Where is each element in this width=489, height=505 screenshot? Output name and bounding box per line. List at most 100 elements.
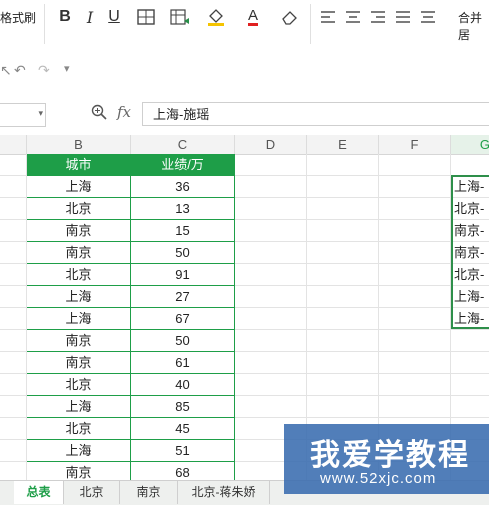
font-color-button[interactable]: A — [240, 4, 266, 30]
cell-a[interactable] — [0, 374, 27, 396]
justify-icon[interactable] — [393, 4, 413, 30]
formula-input[interactable]: 上海-施瑶 — [142, 102, 489, 126]
column-header-d[interactable]: D — [235, 135, 307, 154]
city-cell[interactable]: 上海 — [27, 440, 131, 462]
sales-cell[interactable]: 91 — [131, 264, 235, 286]
city-cell[interactable]: 南京 — [27, 330, 131, 352]
cell-a[interactable] — [0, 286, 27, 308]
cell-d[interactable] — [235, 286, 307, 308]
cell-d[interactable] — [235, 264, 307, 286]
zoom-search-icon[interactable] — [91, 104, 107, 123]
align-right-icon[interactable] — [368, 4, 388, 30]
sales-cell[interactable]: 61 — [131, 352, 235, 374]
cell-a[interactable] — [0, 440, 27, 462]
city-cell[interactable]: 北京 — [27, 198, 131, 220]
cell-f[interactable] — [379, 286, 451, 308]
cell-g[interactable] — [451, 374, 489, 396]
cell-d[interactable] — [235, 198, 307, 220]
cell-a[interactable] — [0, 220, 27, 242]
g-column-cell[interactable]: 北京- — [451, 264, 489, 286]
cell-f[interactable] — [379, 220, 451, 242]
city-cell[interactable]: 南京 — [27, 220, 131, 242]
cell-d[interactable] — [235, 374, 307, 396]
column-header-a[interactable] — [0, 135, 27, 154]
cell-g[interactable] — [451, 330, 489, 352]
sheet-tab[interactable]: 北京-蒋朱娇 — [178, 481, 270, 504]
cell-a[interactable] — [0, 330, 27, 352]
column-header-c[interactable]: C — [131, 135, 235, 154]
redo-icon[interactable]: ↷ — [38, 62, 50, 79]
cell-e[interactable] — [307, 330, 379, 352]
sales-cell[interactable]: 50 — [131, 242, 235, 264]
sales-cell[interactable]: 40 — [131, 374, 235, 396]
sales-cell[interactable]: 50 — [131, 330, 235, 352]
align-left-icon[interactable] — [318, 4, 338, 30]
city-cell[interactable]: 北京 — [27, 418, 131, 440]
city-cell[interactable]: 南京 — [27, 462, 131, 480]
cell-f[interactable] — [379, 396, 451, 418]
city-cell[interactable]: 上海 — [27, 308, 131, 330]
cell-e[interactable] — [307, 198, 379, 220]
cell-a[interactable] — [0, 352, 27, 374]
cell-d[interactable] — [235, 154, 307, 176]
sales-cell[interactable]: 27 — [131, 286, 235, 308]
cell-e[interactable] — [307, 374, 379, 396]
g-column-cell[interactable]: 上海- — [451, 176, 489, 198]
cell-f[interactable] — [379, 374, 451, 396]
distribute-icon[interactable] — [418, 4, 438, 30]
bold-button[interactable]: B — [54, 4, 76, 30]
cell-e[interactable] — [307, 286, 379, 308]
sales-cell[interactable]: 45 — [131, 418, 235, 440]
underline-button[interactable]: U — [104, 4, 124, 30]
redo-arrow-icon[interactable]: ↖ — [0, 62, 12, 79]
table-header-city[interactable]: 城市 — [27, 154, 131, 176]
sales-cell[interactable]: 15 — [131, 220, 235, 242]
cell-a[interactable] — [0, 418, 27, 440]
g-column-cell[interactable]: 北京- — [451, 198, 489, 220]
cell-d[interactable] — [235, 176, 307, 198]
fill-color-icon[interactable] — [202, 4, 232, 30]
cell-f[interactable] — [379, 198, 451, 220]
column-header-b[interactable]: B — [27, 135, 131, 154]
table-header-sales[interactable]: 业绩/万 — [131, 154, 235, 176]
cell-f[interactable] — [379, 264, 451, 286]
sales-cell[interactable]: 68 — [131, 462, 235, 480]
cell-e[interactable] — [307, 220, 379, 242]
cell-e[interactable] — [307, 176, 379, 198]
sheet-tab[interactable]: 南京 — [120, 481, 178, 504]
sheet-tab[interactable]: 总表 — [14, 481, 64, 504]
sales-cell[interactable]: 13 — [131, 198, 235, 220]
column-header-f[interactable]: F — [379, 135, 451, 154]
cell-a[interactable] — [0, 462, 27, 480]
sales-cell[interactable]: 85 — [131, 396, 235, 418]
cell-a[interactable] — [0, 154, 27, 176]
cell-f[interactable] — [379, 330, 451, 352]
city-cell[interactable]: 上海 — [27, 176, 131, 198]
cell-d[interactable] — [235, 330, 307, 352]
cell-g[interactable] — [451, 154, 489, 176]
cell-a[interactable] — [0, 176, 27, 198]
cell-e[interactable] — [307, 264, 379, 286]
city-cell[interactable]: 上海 — [27, 396, 131, 418]
g-column-cell[interactable]: 上海- — [451, 308, 489, 330]
cell-a[interactable] — [0, 198, 27, 220]
cell-a[interactable] — [0, 242, 27, 264]
italic-button[interactable]: I — [80, 4, 100, 30]
cell-e[interactable] — [307, 154, 379, 176]
sheet-tab[interactable]: 北京 — [64, 481, 120, 504]
fx-icon[interactable]: fx — [117, 103, 131, 121]
cell-d[interactable] — [235, 308, 307, 330]
g-column-cell[interactable]: 南京- — [451, 242, 489, 264]
cell-d[interactable] — [235, 242, 307, 264]
cell-g[interactable] — [451, 396, 489, 418]
merge-center-button[interactable]: 合并居 — [458, 9, 489, 43]
cell-d[interactable] — [235, 352, 307, 374]
eraser-icon[interactable] — [276, 4, 304, 30]
city-cell[interactable]: 北京 — [27, 264, 131, 286]
border-icon[interactable] — [132, 4, 160, 30]
cell-f[interactable] — [379, 308, 451, 330]
cell-f[interactable] — [379, 242, 451, 264]
cell-d[interactable] — [235, 396, 307, 418]
conditional-format-icon[interactable] — [166, 4, 194, 30]
cell-e[interactable] — [307, 352, 379, 374]
